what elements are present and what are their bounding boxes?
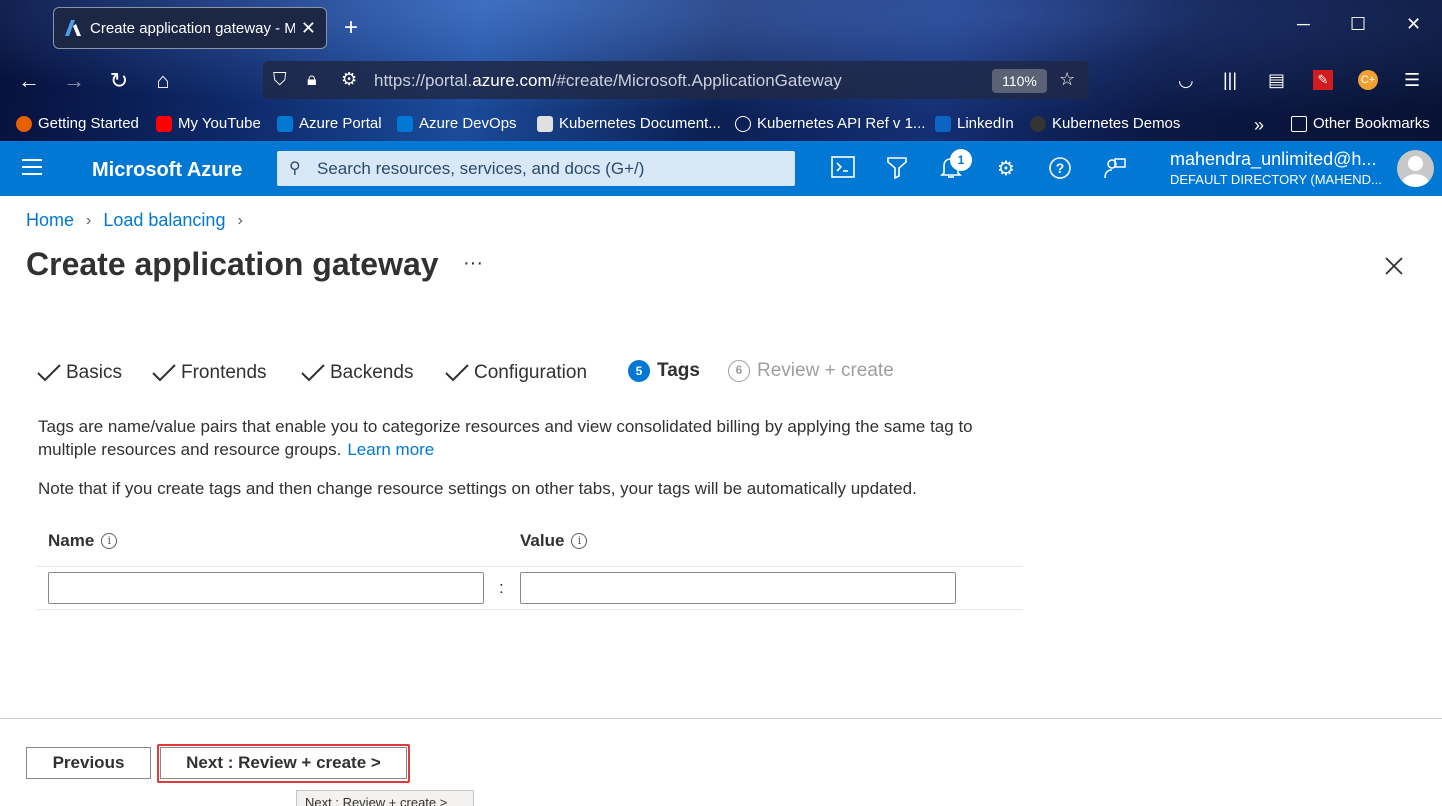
info-icon[interactable]: i (101, 533, 118, 549)
tab-basics[interactable]: Basics (36, 360, 122, 386)
avatar[interactable] (1397, 150, 1434, 187)
browser-chrome: Create application gateway - Microsoft A… (0, 0, 1442, 141)
bookmark-item[interactable]: My YouTube (156, 115, 261, 132)
minimize-icon[interactable]: ─ (1297, 14, 1310, 35)
youtube-icon (156, 115, 172, 132)
shield-icon[interactable]: ⛉ (273, 69, 287, 90)
library-icon[interactable]: ||| (1223, 70, 1237, 91)
learn-more-link[interactable]: Learn more (347, 440, 434, 459)
tag-value-input[interactable] (520, 572, 956, 604)
previous-button[interactable]: Previous (26, 747, 151, 779)
directory-filter-icon[interactable] (884, 156, 910, 182)
bookmark-item[interactable]: Kubernetes Demos (1030, 115, 1180, 132)
bookmark-star-icon[interactable]: ☆ (1059, 69, 1075, 90)
settings-icon[interactable]: ⚙ (993, 156, 1019, 182)
search-icon: ⚲ (289, 160, 301, 177)
home-icon[interactable]: ⌂ (150, 68, 176, 94)
maximize-icon[interactable]: ☐ (1350, 14, 1366, 35)
globe-icon (735, 115, 751, 132)
breadcrumb-load-balancing[interactable]: Load balancing (103, 210, 225, 231)
address-bar[interactable]: ⛉ 🔒︎ ⚙ https://portal.azure.com/#create/… (263, 61, 1089, 99)
chevron-right-icon: › (237, 211, 243, 229)
chevron-right-icon: › (86, 211, 92, 229)
tab-configuration[interactable]: Configuration (444, 360, 587, 386)
sidebar-icon[interactable]: ▤ (1268, 70, 1285, 91)
azure-icon (277, 115, 293, 132)
devops-icon (397, 115, 413, 132)
step-number: 6 (728, 360, 750, 382)
cloud-shell-icon[interactable] (830, 156, 856, 182)
bookmark-item[interactable]: Kubernetes API Ref v 1... (735, 115, 925, 132)
notification-badge: 1 (950, 149, 972, 171)
azure-brand[interactable]: Microsoft Azure (92, 159, 242, 182)
tab-tags[interactable]: 5 Tags (628, 360, 700, 382)
linkedin-icon (935, 115, 951, 132)
window-close-icon[interactable]: ✕ (1406, 14, 1421, 35)
checkmark-icon (152, 364, 176, 382)
divider (36, 566, 1023, 567)
bookmark-item[interactable]: Azure DevOps (397, 115, 517, 132)
svg-text:?: ? (1056, 160, 1065, 176)
tag-separator: : (499, 578, 504, 597)
tab-frontends[interactable]: Frontends (151, 360, 267, 386)
more-options-icon[interactable]: ··· (463, 252, 483, 275)
menu-icon[interactable]: ☰ (1404, 70, 1420, 91)
checkmark-icon (37, 364, 61, 382)
breadcrumb: Home › Load balancing › (26, 210, 255, 231)
bookmark-item[interactable]: Getting Started (16, 115, 139, 132)
name-column-header: Name i (48, 531, 118, 551)
back-icon[interactable]: ← (16, 68, 42, 94)
footer-divider (0, 718, 1442, 719)
user-directory: DEFAULT DIRECTORY (MAHEND... (1170, 172, 1382, 187)
tag-name-input[interactable] (48, 572, 484, 604)
tags-note: Note that if you create tags and then ch… (38, 479, 917, 498)
lock-icon[interactable]: 🔒︎ (307, 69, 317, 90)
global-search-input[interactable]: ⚲ Search resources, services, and docs (… (277, 151, 795, 186)
reload-icon[interactable]: ↻ (106, 68, 132, 94)
url-text[interactable]: https://portal.azure.com/#create/Microso… (374, 71, 842, 91)
bookmark-item[interactable]: Azure Portal (277, 115, 382, 132)
next-review-create-button[interactable]: Next : Review + create > (160, 747, 407, 779)
account-menu[interactable]: mahendra_unlimited@h... DEFAULT DIRECTOR… (1170, 149, 1382, 187)
extension-icon[interactable]: ✎ (1313, 70, 1333, 90)
portal-menu-icon[interactable] (22, 159, 42, 180)
tab-close-icon[interactable]: ✕ (301, 18, 316, 39)
tab-review-create[interactable]: 6 Review + create (728, 360, 894, 382)
tab-title: Create application gateway - Microsoft A… (90, 19, 295, 37)
bookmarks-bar: Getting Started My YouTube Azure Portal … (0, 108, 1442, 140)
other-bookmarks[interactable]: Other Bookmarks (1291, 115, 1430, 132)
page-title: Create application gateway (26, 246, 439, 282)
checkmark-icon (301, 364, 325, 382)
tooltip: Next : Review + create > (296, 790, 474, 806)
breadcrumb-home[interactable]: Home (26, 210, 74, 231)
extension-c-icon[interactable]: C+ (1358, 70, 1378, 90)
info-icon[interactable]: i (571, 533, 588, 549)
bookmark-item[interactable]: Kubernetes Document... (537, 115, 721, 132)
azure-top-bar: Microsoft Azure ⚲ Search resources, serv… (0, 141, 1442, 196)
bookmark-item[interactable]: LinkedIn (935, 115, 1014, 132)
zoom-level[interactable]: 110% (992, 69, 1047, 93)
document-icon (537, 115, 553, 132)
pocket-icon[interactable]: ◡ (1178, 70, 1194, 91)
firefox-icon (16, 115, 32, 132)
divider (36, 609, 1023, 610)
help-icon[interactable]: ? (1047, 156, 1073, 182)
search-placeholder: Search resources, services, and docs (G+… (317, 159, 645, 178)
tags-description: Tags are name/value pairs that enable yo… (38, 417, 973, 459)
close-icon[interactable] (1382, 254, 1406, 278)
feedback-icon[interactable] (1102, 156, 1128, 182)
permissions-icon[interactable]: ⚙ (341, 69, 357, 90)
github-icon (1030, 115, 1046, 132)
checkmark-icon (445, 364, 469, 382)
forward-icon[interactable]: → (61, 68, 87, 94)
value-column-header: Value i (520, 531, 588, 551)
azure-logo-icon (65, 20, 81, 36)
new-tab-button[interactable]: + (344, 14, 358, 42)
more-bookmarks-icon[interactable]: » (1254, 115, 1264, 136)
step-number: 5 (628, 360, 650, 382)
browser-tab[interactable]: Create application gateway - Microsoft A… (53, 7, 327, 49)
folder-icon (1291, 115, 1307, 132)
user-name: mahendra_unlimited@h... (1170, 149, 1377, 169)
tab-backends[interactable]: Backends (300, 360, 413, 386)
